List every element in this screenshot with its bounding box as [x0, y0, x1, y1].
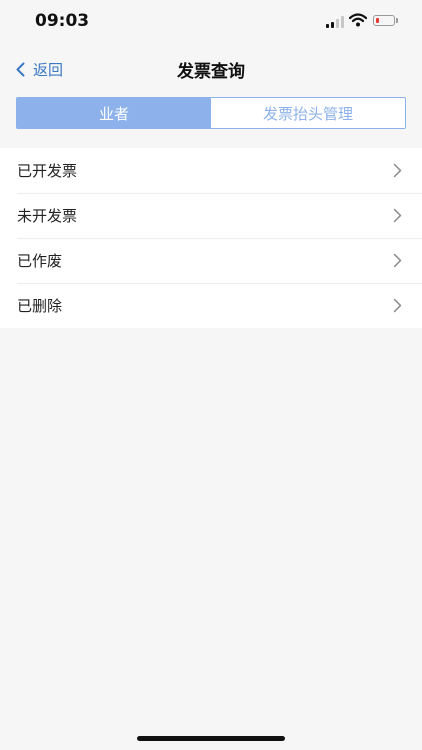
wifi-icon	[349, 13, 367, 27]
home-indicator[interactable]	[137, 736, 285, 741]
list-item-unissued-invoices[interactable]: 未开发票	[0, 193, 422, 238]
chevron-right-icon	[393, 163, 402, 178]
chevron-right-icon	[393, 208, 402, 223]
status-time: 09:03	[35, 11, 90, 31]
page-title: 发票查询	[177, 62, 245, 82]
chevron-right-icon	[393, 253, 402, 268]
invoice-status-list: 已开发票 未开发票 已作废 已删除	[0, 148, 422, 328]
list-item-label: 已作废	[17, 252, 63, 270]
battery-icon	[373, 15, 395, 26]
segmented-control: 业者 发票抬头管理	[16, 97, 406, 129]
cellular-signal-icon	[326, 16, 344, 28]
list-item-label: 已删除	[17, 297, 63, 315]
tab-invoice-header-management[interactable]: 发票抬头管理	[211, 98, 405, 128]
battery-cap	[396, 18, 398, 23]
list-item-label: 已开发票	[17, 162, 78, 180]
list-item-voided[interactable]: 已作废	[0, 238, 422, 283]
chevron-right-icon	[393, 298, 402, 313]
nav-bar: 返回 发票查询	[0, 44, 422, 94]
tab-business[interactable]: 业者	[17, 98, 211, 128]
list-item-label: 未开发票	[17, 207, 78, 225]
list-item-deleted[interactable]: 已删除	[0, 283, 422, 328]
status-bar: 09:03	[0, 0, 422, 44]
list-item-issued-invoices[interactable]: 已开发票	[0, 148, 422, 193]
